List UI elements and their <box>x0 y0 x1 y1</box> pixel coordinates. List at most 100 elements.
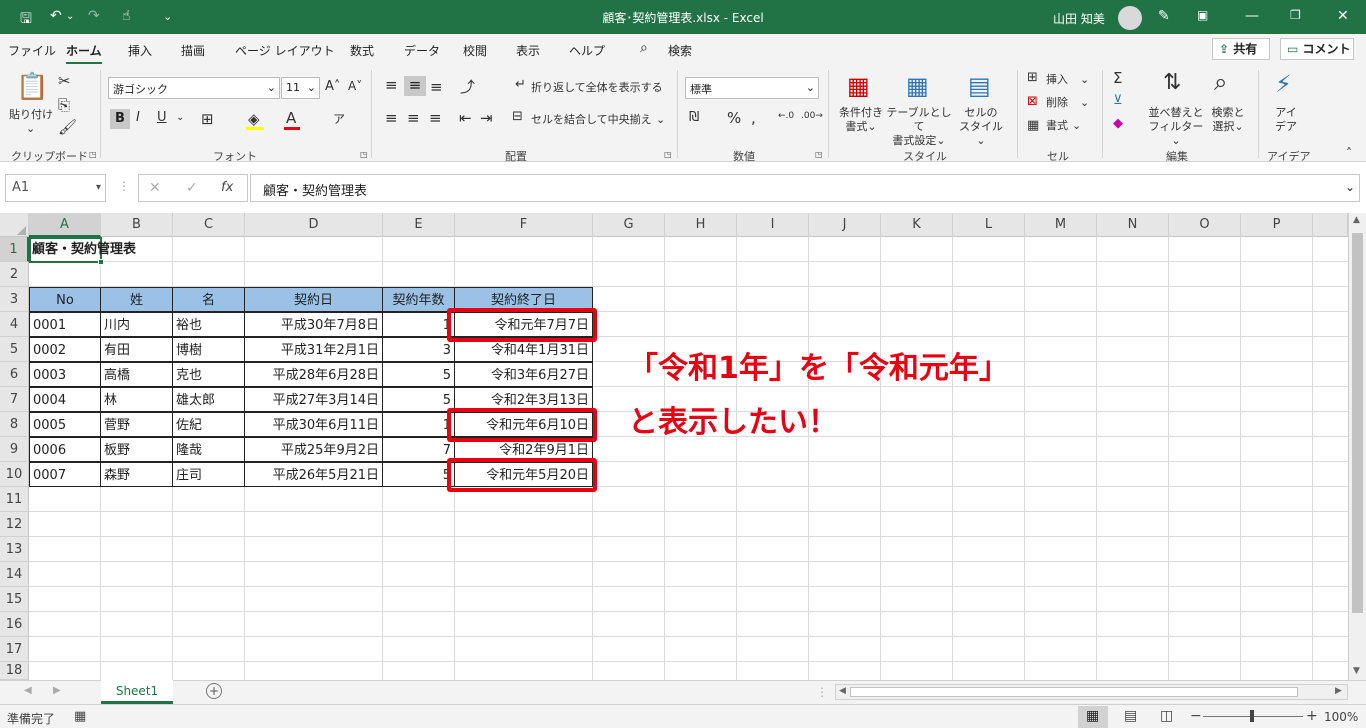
ribbon-display-icon[interactable]: ▣ <box>1197 8 1208 22</box>
row-header-5[interactable]: 5 <box>0 337 29 362</box>
cell-contract-end[interactable]: 令和3年6月27日 <box>454 362 593 387</box>
tab-split-icon[interactable]: ⋮ <box>816 685 828 699</box>
merge-dropdown-icon[interactable]: ⌄ <box>656 113 665 127</box>
cell-no[interactable]: 0004 <box>29 387 101 412</box>
comment-button[interactable]: ▭ コメント <box>1280 38 1354 60</box>
tab-draw[interactable]: 描画 <box>181 42 205 59</box>
sheet-tab-sheet1[interactable]: Sheet1 <box>101 680 173 704</box>
align-right-icon[interactable]: ≡ <box>429 109 442 127</box>
restore-icon[interactable]: ❐ <box>1290 8 1301 22</box>
normal-view-button[interactable]: ▦ <box>1078 706 1108 728</box>
cell-a1-title[interactable]: 顧客・契約管理表 <box>29 237 139 262</box>
column-header-p[interactable]: P <box>1241 213 1313 237</box>
copy-icon[interactable]: ⎘ <box>58 96 70 114</box>
cell-contract-years[interactable]: 5 <box>382 387 455 412</box>
tab-page-layout[interactable]: ページ レイアウト <box>235 42 335 59</box>
cell-contract-years[interactable]: 5 <box>382 362 455 387</box>
column-header-k[interactable]: K <box>881 213 953 237</box>
underline-dropdown-icon[interactable]: ⌄ <box>176 112 184 123</box>
cell-surname[interactable]: 森野 <box>100 462 173 487</box>
format-dropdown-icon[interactable]: ⌄ <box>1072 119 1081 133</box>
column-header-b[interactable]: B <box>101 213 173 237</box>
horizontal-scroll-thumb[interactable] <box>850 687 1298 697</box>
cell-styles-icon[interactable]: ▤ <box>968 72 991 100</box>
cell-surname[interactable]: 林 <box>100 387 173 412</box>
cell-no[interactable]: 0001 <box>29 312 101 337</box>
clear-icon[interactable]: ◆ <box>1113 116 1123 131</box>
decrease-indent-icon[interactable]: ⇤ <box>459 109 472 127</box>
row-header-8[interactable]: 8 <box>0 412 29 437</box>
cell-surname[interactable]: 菅野 <box>100 412 173 437</box>
add-sheet-icon[interactable]: + <box>206 683 222 699</box>
cancel-icon[interactable]: ✕ <box>149 180 161 196</box>
insert-cells-button[interactable]: 挿入 <box>1046 73 1068 87</box>
tab-data[interactable]: データ <box>404 42 440 59</box>
cell-surname[interactable]: 高橋 <box>100 362 173 387</box>
ideas-icon[interactable]: ⚡ <box>1275 70 1292 98</box>
row-header-16[interactable]: 16 <box>0 612 29 637</box>
column-header-d[interactable]: D <box>245 213 383 237</box>
delete-cells-icon[interactable]: ⊠ <box>1027 94 1038 109</box>
cut-icon[interactable]: ✂ <box>58 72 71 90</box>
cell-given-name[interactable]: 佐紀 <box>172 412 245 437</box>
column-header-f[interactable]: F <box>455 213 593 237</box>
row-header-14[interactable]: 14 <box>0 562 29 587</box>
cell-contract-date[interactable]: 平成26年5月21日 <box>244 462 383 487</box>
row-header-2[interactable]: 2 <box>0 262 29 287</box>
find-select-icon[interactable]: ⌕ <box>1214 68 1227 96</box>
cell-no[interactable]: 0002 <box>29 337 101 362</box>
bold-button[interactable]: B <box>110 109 130 129</box>
scroll-right-icon[interactable]: ▶ <box>1335 686 1342 696</box>
row-header-10[interactable]: 10 <box>0 462 29 487</box>
column-header-e[interactable]: E <box>383 213 455 237</box>
font-name-combo[interactable]: 游ゴシック ⌄ <box>108 77 280 99</box>
header-no[interactable]: No <box>29 287 101 312</box>
wrap-text-icon[interactable]: ↵ <box>515 77 526 92</box>
row-header-13[interactable]: 13 <box>0 537 29 562</box>
minimize-icon[interactable]: — <box>1245 8 1259 24</box>
alignment-launcher-icon[interactable]: ◳ <box>664 150 672 159</box>
select-all-corner[interactable] <box>0 213 29 237</box>
cell-contract-years[interactable]: 5 <box>382 462 455 487</box>
cell-given-name[interactable]: 克也 <box>172 362 245 387</box>
search-icon[interactable]: ⌕ <box>640 40 648 56</box>
close-icon[interactable]: ✕ <box>1337 8 1349 24</box>
delete-cells-button[interactable]: 削除 <box>1046 96 1068 110</box>
ideas-button[interactable]: アイ デア <box>1268 106 1304 134</box>
cell-no[interactable]: 0006 <box>29 437 101 462</box>
percent-icon[interactable]: % <box>727 109 741 127</box>
decrease-decimal-icon[interactable]: .00→ <box>801 111 823 121</box>
row-header-7[interactable]: 7 <box>0 387 29 412</box>
wrap-text-button[interactable]: 折り返して全体を表示する <box>531 81 663 95</box>
column-header-m[interactable]: M <box>1025 213 1097 237</box>
expand-formula-icon[interactable]: ⌄ <box>1345 180 1355 194</box>
cell-contract-years[interactable]: 3 <box>382 337 455 362</box>
increase-font-icon[interactable]: A˄ <box>325 79 340 94</box>
cell-given-name[interactable]: 隆哉 <box>172 437 245 462</box>
row-header-3[interactable]: 3 <box>0 287 29 312</box>
sort-filter-button[interactable]: 並べ替えと フィルター⌄ <box>1148 106 1204 148</box>
clipboard-launcher-icon[interactable]: ◳ <box>89 150 97 159</box>
column-header-i[interactable]: I <box>737 213 809 237</box>
header-given-name[interactable]: 名 <box>172 287 245 312</box>
tab-file[interactable]: ファイル <box>8 42 56 59</box>
increase-indent-icon[interactable]: ⇥ <box>480 109 493 127</box>
row-header-18[interactable]: 18 <box>0 662 29 680</box>
cell-given-name[interactable]: 庄司 <box>172 462 245 487</box>
column-header-g[interactable]: G <box>593 213 665 237</box>
insert-cells-icon[interactable]: ⊞ <box>1027 70 1038 85</box>
row-header-6[interactable]: 6 <box>0 362 29 387</box>
cell-contract-years[interactable]: 7 <box>382 437 455 462</box>
column-header-j[interactable]: J <box>809 213 881 237</box>
cell-given-name[interactable]: 裕也 <box>172 312 245 337</box>
search-label[interactable]: 検索 <box>668 42 692 59</box>
cell-styles-button[interactable]: セルの スタイル⌄ <box>956 106 1006 148</box>
name-box[interactable]: A1 ▾ <box>5 174 106 202</box>
page-break-view-icon[interactable]: ◫ <box>1160 708 1173 724</box>
row-header-11[interactable]: 11 <box>0 487 29 512</box>
scroll-up-icon[interactable]: ▲ <box>1353 215 1360 225</box>
cell-contract-date[interactable]: 平成31年2月1日 <box>244 337 383 362</box>
comma-icon[interactable]: , <box>751 109 756 127</box>
conditional-format-icon[interactable]: ▦ <box>847 72 870 100</box>
share-button[interactable]: ⇪ 共有 <box>1212 38 1270 60</box>
